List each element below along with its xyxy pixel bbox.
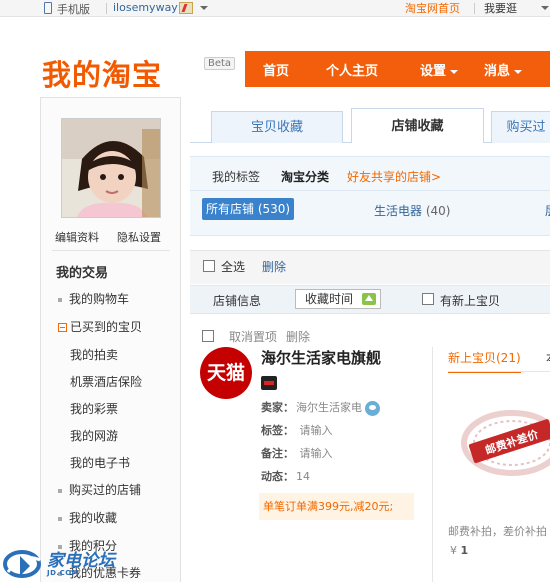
sort-by-time-button[interactable]: 收藏时间 (295, 289, 381, 309)
my-tags-link[interactable]: 我的标签 (212, 168, 260, 185)
select-all-label[interactable]: 全选 (221, 258, 245, 275)
shop-name-link[interactable]: 海尔生活家电旗舰 (261, 347, 381, 368)
new-items-label[interactable]: 有新上宝贝 (440, 292, 500, 309)
sidebar-item-visited-shops[interactable]: 购买过的店铺 (58, 481, 141, 498)
category-all-shops[interactable]: 所有店铺 (530) (202, 198, 295, 220)
collapse-icon[interactable] (58, 323, 67, 332)
nav-home[interactable]: 首页 (263, 60, 289, 79)
username-link[interactable]: ilosemyway (113, 1, 178, 14)
bulk-delete-link[interactable]: 删除 (262, 258, 286, 275)
divider (190, 190, 550, 191)
divider (474, 3, 475, 14)
tag-row: 标签： 请输入 (261, 424, 333, 437)
note-input[interactable]: 请输入 (300, 447, 333, 460)
watermark-subtitle: JD.COM (47, 569, 80, 577)
item-title[interactable]: 邮费补拍，差价补拍 (448, 523, 547, 539)
mobile-phone-icon (44, 2, 52, 14)
chevron-down-icon (450, 69, 459, 74)
tab-favorite-items[interactable]: 宝贝收藏 (211, 111, 343, 143)
sidebar-item-travel[interactable]: 机票酒店保险 (70, 373, 142, 390)
mobile-version-link[interactable]: 手机版 (57, 1, 90, 17)
sort-up-arrow-icon (362, 293, 376, 305)
divider (52, 250, 170, 251)
note-row: 备注： 请输入 (261, 447, 333, 460)
nav-settings[interactable]: 设置 (420, 60, 459, 79)
bullet-icon (58, 516, 62, 521)
my-trades-heading: 我的交易 (56, 266, 109, 281)
bullet-icon (58, 297, 62, 302)
divider (432, 347, 433, 582)
tab-purchased[interactable]: 购买过 (491, 111, 550, 143)
shop-checkbox[interactable] (202, 330, 214, 342)
shop-delete-link[interactable]: 删除 (286, 328, 310, 345)
sidebar-item-lottery[interactable]: 我的彩票 (70, 400, 118, 417)
avatar[interactable] (61, 118, 161, 218)
select-all-checkbox[interactable] (203, 260, 215, 272)
chevron-down-icon (514, 69, 523, 74)
top-bar: 手机版 ilosemyway 淘宝网首页 我要逛 (0, 0, 550, 17)
taobao-categories-link[interactable]: 淘宝分类 (281, 168, 329, 185)
beta-badge: Beta (204, 57, 236, 70)
item-thumbnail[interactable]: 邮费补差价 (454, 395, 550, 487)
tab-new-items[interactable]: 新上宝贝(21) (448, 349, 521, 373)
watermark-title: 家电论坛 (47, 551, 115, 571)
sidebar-item-games[interactable]: 我的网游 (70, 427, 118, 444)
tmall-badge-icon (261, 376, 277, 390)
my-taobao-logo[interactable]: 我的淘宝 (42, 52, 162, 94)
tab-favorite-shops[interactable]: 店铺收藏 (351, 108, 484, 143)
divider (106, 3, 107, 14)
privacy-settings-link[interactable]: 隐私设置 (117, 229, 161, 245)
sidebar-item-auctions[interactable]: 我的拍卖 (70, 346, 118, 363)
feed-count[interactable]: 14 (296, 470, 310, 483)
sidebar-item-favorites[interactable]: 我的收藏 (58, 509, 117, 526)
tag-input[interactable]: 请输入 (300, 424, 333, 437)
item-price: ¥ 1 (450, 544, 469, 557)
taobao-home-link[interactable]: 淘宝网首页 (405, 0, 460, 16)
seller-row: 卖家： 海尔生活家电 (261, 399, 380, 416)
browse-menu[interactable]: 我要逛 (484, 0, 517, 16)
browse-chevron-down-icon[interactable] (541, 6, 549, 10)
wangwang-chat-icon[interactable] (365, 400, 380, 416)
seller-link[interactable]: 海尔生活家电 (296, 401, 362, 414)
user-level-icon[interactable] (179, 2, 193, 14)
feed-row: 动态： 14 (261, 470, 310, 483)
unpin-link[interactable]: 取消置项 (229, 328, 277, 345)
user-menu-chevron-down-icon[interactable] (200, 6, 208, 10)
tmall-shop-logo[interactable]: 天猫 (200, 347, 252, 399)
category-appliances[interactable]: 生活电器 (40) (374, 202, 450, 219)
shop-info-header: 店铺信息 (213, 294, 262, 308)
promo-banner: 单笔订单满399元,减20元; (259, 493, 414, 520)
new-items-checkbox[interactable] (422, 293, 434, 305)
sidebar-item-ebooks[interactable]: 我的电子书 (70, 454, 130, 471)
sidebar-item-purchased[interactable]: 已买到的宝贝 (58, 318, 142, 335)
nav-personal-page[interactable]: 个人主页 (326, 60, 378, 79)
category-more[interactable]: 层 (545, 202, 550, 219)
bullet-icon (58, 488, 62, 493)
shared-shops-link[interactable]: 好友共享的店铺> (347, 168, 441, 185)
main-nav: 首页 个人主页 设置 消息 (245, 51, 550, 87)
tab-other[interactable]: 本 (546, 349, 550, 366)
edit-profile-link[interactable]: 编辑资料 (55, 229, 99, 245)
divider (448, 371, 550, 372)
sidebar-item-cart[interactable]: 我的购物车 (58, 290, 129, 307)
nav-messages[interactable]: 消息 (484, 60, 523, 79)
